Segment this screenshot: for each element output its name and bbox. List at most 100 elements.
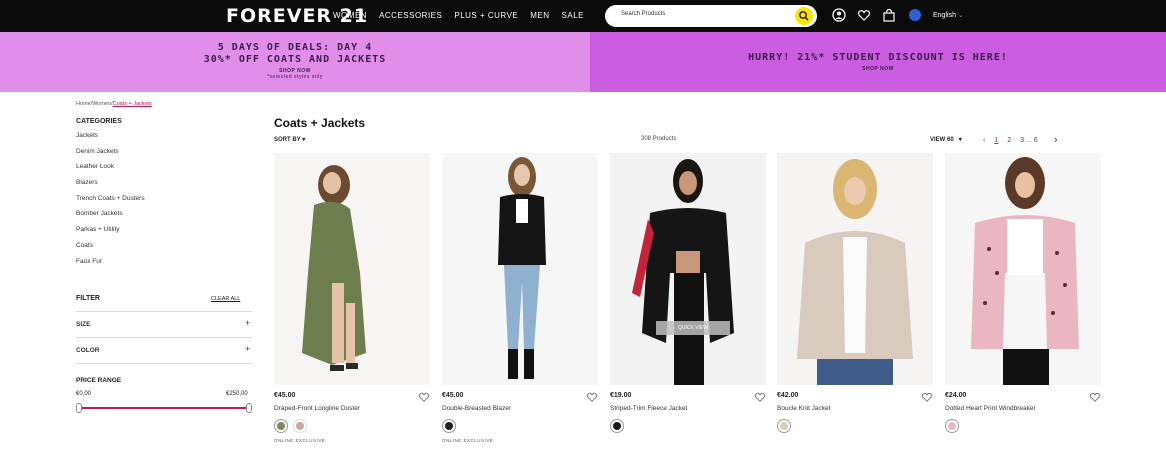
nav-link-sale[interactable]: SALE: [562, 11, 584, 20]
sort-by-label: SORT BY: [274, 137, 301, 143]
search-bar[interactable]: Search Products: [605, 5, 817, 27]
user-icon[interactable]: [832, 8, 846, 22]
breadcrumb-home[interactable]: Home: [76, 101, 91, 107]
product-card[interactable]: €42.00 Boucle Knit Jacket: [777, 153, 933, 453]
product-image[interactable]: [945, 153, 1101, 385]
color-swatches: [442, 419, 456, 433]
breadcrumb: Home/Women/Coats + Jackets: [76, 101, 152, 107]
product-name[interactable]: Draped-Front Longline Duster: [274, 405, 360, 412]
color-swatches: [777, 419, 791, 433]
category-item[interactable]: Blazers: [76, 179, 145, 195]
chevron-down-icon: ▾: [958, 137, 962, 143]
breadcrumb-current[interactable]: Coats + Jackets: [113, 101, 152, 107]
wishlist-heart-icon[interactable]: [1089, 391, 1101, 403]
product-card[interactable]: €24.00 Dotted Heart Print Windbreaker: [945, 153, 1101, 453]
price-max-value: €250,00: [226, 391, 248, 397]
product-price: €42.00: [777, 392, 799, 399]
globe-icon[interactable]: [909, 9, 921, 21]
view-per-page-dropdown[interactable]: VIEW 60 ▾: [930, 136, 962, 143]
pagination: ‹ 1 2 3 ... 6 ›: [983, 134, 1066, 146]
promo-cta[interactable]: SHOP NOW: [590, 66, 1166, 72]
product-card[interactable]: €45.00 Double-Breasted Blazer ONLINE EXC…: [442, 153, 598, 453]
view-label: VIEW 60: [930, 137, 954, 143]
search-input[interactable]: Search Products: [621, 11, 665, 17]
category-item[interactable]: Bomber Jackets: [76, 210, 145, 226]
category-item[interactable]: Coats: [76, 242, 145, 258]
color-swatch[interactable]: [945, 419, 959, 433]
promo-headline: HURRY! 21%* STUDENT DISCOUNT IS HERE!: [748, 52, 1008, 63]
color-swatch[interactable]: [610, 419, 624, 433]
product-card[interactable]: €45.00 Draped-Front Longline Duster ONLI…: [274, 153, 430, 453]
category-item[interactable]: Trench Coats + Dusters: [76, 195, 145, 211]
product-image[interactable]: QUICK VIEW: [610, 153, 766, 385]
facet-size[interactable]: SIZE: [76, 321, 90, 328]
product-card[interactable]: QUICK VIEW €19.00 Striped-Trim Fleece Ja…: [610, 153, 766, 453]
product-price: €19.00: [610, 392, 632, 399]
clear-all-link[interactable]: CLEAR ALL: [211, 296, 240, 302]
product-image[interactable]: [442, 153, 598, 385]
product-image[interactable]: [777, 153, 933, 385]
color-swatches: [274, 419, 307, 433]
pagination-ellipsis: ...: [1026, 136, 1032, 144]
page-1-link[interactable]: 1: [994, 137, 998, 144]
nav-link-women[interactable]: WOMEN: [333, 11, 367, 20]
last-page-link[interactable]: 6: [1034, 137, 1038, 144]
product-name[interactable]: Double-Breasted Blazer: [442, 405, 511, 412]
page-3-link[interactable]: 3: [1020, 137, 1024, 144]
prev-page-arrow-icon[interactable]: ‹: [983, 137, 985, 144]
expand-plus-icon[interactable]: +: [245, 318, 250, 328]
product-name[interactable]: Boucle Knit Jacket: [777, 405, 830, 412]
category-item[interactable]: Jackets: [76, 132, 145, 148]
next-page-arrow-icon[interactable]: ›: [1054, 134, 1058, 146]
product-name[interactable]: Striped-Trim Fleece Jacket: [610, 405, 687, 412]
wishlist-heart-icon[interactable]: [921, 391, 933, 403]
divider: [76, 363, 252, 364]
expand-plus-icon[interactable]: +: [245, 344, 250, 354]
divider: [76, 311, 252, 312]
product-price: €45.00: [442, 392, 464, 399]
category-item[interactable]: Faux Fur: [76, 258, 145, 274]
facet-color[interactable]: COLOR: [76, 347, 99, 354]
online-exclusive-badge: ONLINE EXCLUSIVE: [442, 438, 494, 443]
color-swatches: [945, 419, 959, 433]
wishlist-heart-icon[interactable]: [418, 391, 430, 403]
category-item[interactable]: Parkas + Utility: [76, 226, 145, 242]
breadcrumb-women[interactable]: Women: [92, 101, 111, 107]
sort-by-dropdown[interactable]: SORT BY ▾: [274, 136, 305, 143]
color-swatches: [610, 419, 624, 433]
color-swatch[interactable]: [293, 419, 307, 433]
price-range-slider[interactable]: [79, 407, 249, 409]
language-selector[interactable]: English ⌄: [933, 11, 964, 19]
bag-icon[interactable]: [882, 8, 896, 22]
price-slider-handle-min[interactable]: [76, 403, 82, 413]
page-title: Coats + Jackets: [274, 116, 366, 130]
promo-note: *selected styles only: [267, 74, 323, 80]
wishlist-heart-icon[interactable]: [754, 391, 766, 403]
wishlist-heart-icon[interactable]: [586, 391, 598, 403]
product-image[interactable]: [274, 153, 430, 385]
promo-banner-student[interactable]: HURRY! 21%* STUDENT DISCOUNT IS HERE! SH…: [590, 32, 1166, 92]
promo-banner-deals[interactable]: 5 DAYS OF DEALS: DAY 4 30%* OFF COATS AN…: [0, 32, 590, 92]
quick-view-button[interactable]: QUICK VIEW: [656, 321, 730, 335]
online-exclusive-badge: ONLINE EXCLUSIVE: [274, 438, 326, 443]
search-button[interactable]: [795, 7, 813, 25]
product-price: €24.00: [945, 392, 967, 399]
category-item[interactable]: Denim Jackets: [76, 148, 145, 164]
product-price: €45.00: [274, 392, 296, 399]
page-2-link[interactable]: 2: [1007, 137, 1011, 144]
nav-link-accessories[interactable]: ACCESSORIES: [379, 11, 442, 20]
search-icon: [799, 11, 809, 21]
product-name[interactable]: Dotted Heart Print Windbreaker: [945, 405, 1036, 412]
color-swatch[interactable]: [442, 419, 456, 433]
category-list: Jackets Denim Jackets Leather Look Blaze…: [76, 132, 145, 273]
nav-link-men[interactable]: MEN: [530, 11, 549, 20]
color-swatch[interactable]: [777, 419, 791, 433]
category-item[interactable]: Leather Look: [76, 163, 145, 179]
price-range-heading: PRICE RANGE: [76, 377, 122, 384]
price-slider-handle-max[interactable]: [246, 403, 252, 413]
main-nav: WOMEN ACCESSORIES PLUS + CURVE MEN SALE: [333, 11, 596, 20]
color-swatch[interactable]: [274, 419, 288, 433]
promo-subheadline: 30%* OFF COATS AND JACKETS: [203, 54, 387, 65]
heart-icon[interactable]: [857, 8, 871, 22]
nav-link-plus-curve[interactable]: PLUS + CURVE: [454, 11, 518, 20]
